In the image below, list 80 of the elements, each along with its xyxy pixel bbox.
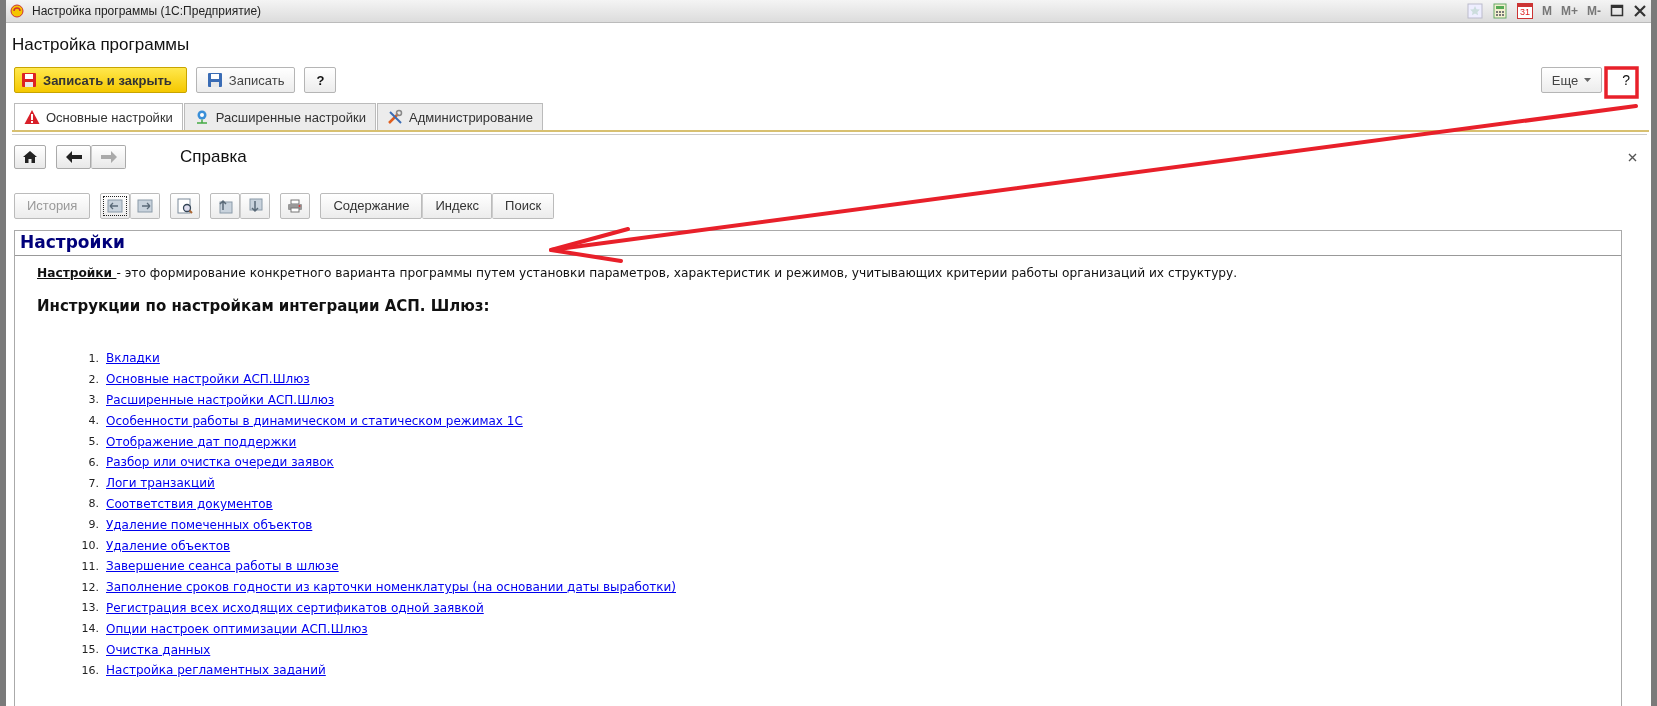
topic-link[interactable]: Расширенные настройки АСП.Шлюз: [106, 393, 335, 407]
list-number: 2.: [87, 372, 100, 386]
list-number: 4.: [87, 414, 100, 428]
topic-link[interactable]: Регистрация всех исходящих сертификатов одной заявкой: [106, 600, 484, 615]
list-number: 7.: [87, 476, 100, 490]
list-number: 16.: [80, 663, 100, 677]
topic-heading: Настройки: [15, 231, 1621, 256]
topic-link[interactable]: Соответствия документов: [106, 496, 273, 511]
list-number: 3.: [87, 393, 100, 407]
list-number: 15.: [80, 643, 100, 657]
help-view-tab[interactable]: Содержание: [320, 192, 423, 219]
window-title: Настройка программы (1С:Предприятие): [32, 4, 262, 18]
topic-link[interactable]: Заполнение сроков годности из карточки номенклатуры (на основании даты выработки): [106, 580, 676, 595]
home-button[interactable]: [14, 145, 46, 169]
home-icon: [23, 151, 37, 163]
left-arrow-icon: [65, 151, 82, 163]
list-number: 13.: [80, 601, 100, 615]
list-number: 11.: [80, 559, 100, 573]
topic-link[interactable]: Разбор или очистка очереди заявок: [106, 455, 334, 470]
list-number: 1.: [87, 351, 100, 365]
topic-link[interactable]: Отображение дат поддержки: [106, 434, 297, 449]
list-number: 5.: [87, 435, 100, 449]
topic-link[interactable]: Очистка данных: [106, 642, 211, 657]
list-number: 12.: [80, 580, 100, 594]
search-icon: [177, 197, 194, 214]
highlight-frame: [1604, 66, 1639, 99]
topic-link[interactable]: Удаление объектов: [106, 538, 231, 553]
calendar-button[interactable]: 31: [1517, 3, 1533, 19]
tab[interactable]: Основные настройки: [14, 103, 183, 130]
star-icon[interactable]: [1467, 3, 1483, 19]
left-panel-icon: [107, 198, 124, 213]
topic-link[interactable]: Завершение сеанса работы в шлюзе: [106, 559, 339, 574]
up-arrow-icon: [217, 197, 234, 214]
save-button[interactable]: Записать: [195, 67, 296, 93]
tools-icon: [387, 109, 404, 125]
list-number: 9.: [87, 518, 100, 532]
memory-button[interactable]: M-: [1587, 4, 1601, 18]
list-number: 10.: [80, 539, 100, 553]
help-view-tab[interactable]: Поиск: [492, 192, 555, 219]
close-icon[interactable]: [1633, 4, 1647, 18]
warning-icon: [24, 109, 40, 125]
form-title: Настройка программы: [12, 34, 191, 56]
help-title: Справка: [180, 147, 248, 167]
printer-icon: [287, 198, 304, 213]
topic-link[interactable]: Логи транзакций: [106, 476, 215, 491]
app-logo-icon: [10, 4, 24, 18]
next-topic-button[interactable]: [240, 192, 271, 219]
list-number: 8.: [87, 497, 100, 511]
topic-link[interactable]: Вкладки: [106, 351, 160, 366]
help-button[interactable]: ?: [304, 67, 337, 93]
topic-link[interactable]: Удаление помеченных объектов: [106, 517, 313, 532]
intro-paragraph: Настройки - это формирование конкретного варианта программы путем установки параметров, характеристик и режимов, учитывающих критерии работы организаций их структуру.: [37, 266, 1239, 280]
dropdown-caret-icon: [1584, 78, 1592, 82]
topic-link[interactable]: Основные настройки АСП.Шлюз: [106, 372, 310, 387]
more-button[interactable]: Еще: [1540, 67, 1603, 93]
find-in-page-button[interactable]: [170, 192, 201, 219]
close-icon[interactable]: [1628, 152, 1637, 162]
help-view-tab[interactable]: Индекс: [422, 192, 493, 219]
panel-toggle-button[interactable]: [130, 192, 161, 219]
topic-link[interactable]: Особенности работы в динамическом и статическом режимах 1С: [106, 413, 523, 428]
tab[interactable]: Расширенные настройки: [183, 103, 377, 130]
list-number: 6.: [87, 455, 100, 469]
print-button[interactable]: [280, 192, 311, 219]
topic-link[interactable]: Опции настроек оптимизации АСП.Шлюз: [106, 621, 368, 636]
tab[interactable]: Администрирование: [377, 103, 543, 130]
term-link[interactable]: Настройки: [37, 266, 117, 280]
section-heading: Инструкции по настройкам интеграции АСП. Шлюз:: [37, 297, 491, 315]
back-button[interactable]: [56, 145, 91, 169]
calculator-icon[interactable]: [1492, 3, 1508, 19]
right-panel-icon: [137, 198, 154, 213]
memory-button[interactable]: M: [1542, 4, 1552, 18]
previous-topic-button[interactable]: [210, 192, 241, 219]
save-and-close-button[interactable]: Записать и закрыть: [14, 67, 187, 93]
down-arrow-icon: [247, 197, 264, 214]
memory-button[interactable]: M+: [1561, 4, 1578, 18]
maximize-icon[interactable]: [1610, 4, 1624, 18]
topic-link[interactable]: Настройка регламентных заданий: [106, 663, 326, 678]
panel-toggle-button[interactable]: [100, 192, 131, 219]
list-number: 14.: [80, 622, 100, 636]
right-arrow-icon: [100, 151, 117, 163]
